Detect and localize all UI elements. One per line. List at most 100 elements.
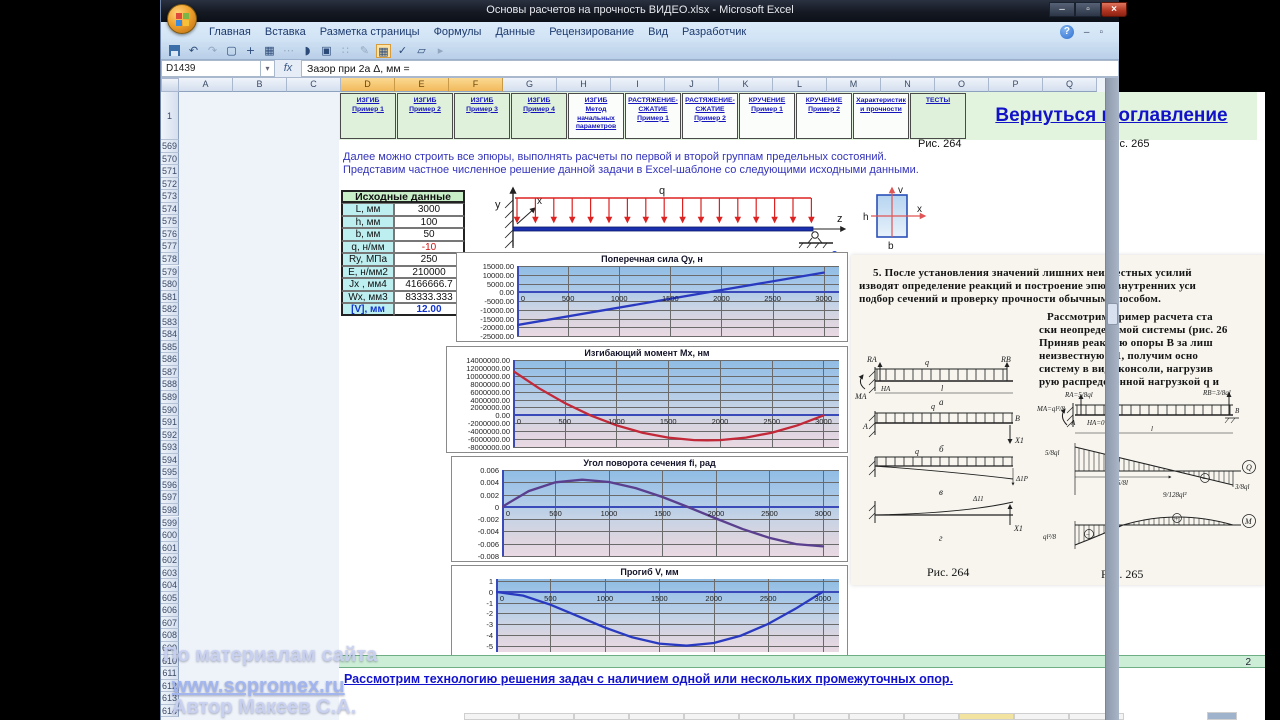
- row-header[interactable]: 599: [161, 517, 179, 530]
- nav-button[interactable]: РАСТЯЖЕНИЕ-СЖАТИЕПример 1: [625, 93, 681, 139]
- row-header[interactable]: 573: [161, 190, 179, 203]
- row-header[interactable]: 601: [161, 542, 179, 555]
- row611-link[interactable]: Рассмотрим технологию решения задач с на…: [344, 672, 953, 686]
- column-header[interactable]: B: [233, 78, 287, 92]
- textbook-scan[interactable]: 5. После установления значений лишних не…: [851, 255, 1265, 585]
- input-table-value-cell[interactable]: 4166666.7: [394, 278, 465, 291]
- border-icon[interactable]: ▢: [224, 44, 239, 58]
- nav-button[interactable]: КРУЧЕНИЕПример 1: [739, 93, 795, 139]
- row-header[interactable]: 604: [161, 579, 179, 592]
- column-header[interactable]: O: [935, 78, 989, 92]
- column-header[interactable]: Q: [1043, 78, 1097, 92]
- undo-icon[interactable]: ↶: [186, 44, 201, 58]
- ribbon-restore-icon[interactable]: ▫: [1099, 27, 1103, 38]
- input-table-value-cell[interactable]: 210000: [394, 266, 465, 279]
- column-header[interactable]: I: [611, 78, 665, 92]
- nav-button[interactable]: ТЕСТЫ: [910, 93, 966, 139]
- save-icon[interactable]: [167, 44, 182, 58]
- input-table-value-cell[interactable]: 3000: [394, 203, 465, 216]
- row-header[interactable]: 595: [161, 466, 179, 479]
- arrange-icon[interactable]: ✎: [357, 44, 372, 58]
- column-header[interactable]: K: [719, 78, 773, 92]
- macro-icon[interactable]: ▱: [414, 44, 429, 58]
- contrast-icon[interactable]: ◗: [300, 44, 315, 58]
- row-header[interactable]: 574: [161, 203, 179, 216]
- column-header[interactable]: J: [665, 78, 719, 92]
- column-header[interactable]: D: [341, 78, 395, 92]
- column-header[interactable]: A: [179, 78, 233, 92]
- column-header[interactable]: N: [881, 78, 935, 92]
- row-header[interactable]: 607: [161, 617, 179, 630]
- column-header[interactable]: M: [827, 78, 881, 92]
- controls-icon[interactable]: ▦: [376, 44, 391, 58]
- input-table-label-cell[interactable]: E, н/мм2: [341, 266, 394, 279]
- row-header[interactable]: 594: [161, 454, 179, 467]
- nav-button[interactable]: ИЗГИБПример 4: [511, 93, 567, 139]
- ribbon-tab[interactable]: Данные: [495, 26, 535, 38]
- grid-icon[interactable]: ▦: [262, 44, 277, 58]
- redo-icon[interactable]: ↷: [205, 44, 220, 58]
- row-header[interactable]: 590: [161, 404, 179, 417]
- input-table-label-cell[interactable]: h, мм: [341, 216, 394, 229]
- row-header[interactable]: 583: [161, 316, 179, 329]
- select-all-corner[interactable]: [161, 78, 179, 92]
- ribbon-tab[interactable]: Рецензирование: [549, 26, 634, 38]
- ribbon-tab[interactable]: Разработчик: [682, 26, 746, 38]
- ribbon-tab[interactable]: Разметка страницы: [320, 26, 420, 38]
- row-header[interactable]: 585: [161, 341, 179, 354]
- row-header[interactable]: 1: [161, 92, 179, 140]
- row-header[interactable]: 603: [161, 567, 179, 580]
- beam-load-diagram[interactable]: q y x z: [491, 182, 851, 252]
- column-header[interactable]: P: [989, 78, 1043, 92]
- input-table-value-cell[interactable]: 50: [394, 228, 465, 241]
- nav-button[interactable]: ИЗГИБПример 2: [397, 93, 453, 139]
- row-header[interactable]: 591: [161, 416, 179, 429]
- chart-shear-force[interactable]: Поперечная сила Qy, н15000.0010000.00500…: [456, 252, 848, 342]
- input-table-label-cell[interactable]: Jx , мм4: [341, 278, 394, 291]
- help-icon[interactable]: ?: [1060, 25, 1074, 39]
- nav-button[interactable]: ИЗГИБПример 3: [454, 93, 510, 139]
- chart-bending-moment[interactable]: Изгибающий момент Mx, нм14000000.0012000…: [446, 346, 848, 453]
- row-header[interactable]: 608: [161, 629, 179, 642]
- pointer-icon[interactable]: ▸: [433, 44, 448, 58]
- formula-input[interactable]: Зазор при 2а Δ, мм =: [301, 60, 1119, 77]
- minimize-button[interactable]: –: [1049, 2, 1075, 17]
- row-header[interactable]: 572: [161, 178, 179, 191]
- selection-icon[interactable]: ⋯: [281, 44, 296, 58]
- input-table-label-cell[interactable]: L, мм: [341, 203, 394, 216]
- column-header[interactable]: F: [449, 78, 503, 92]
- row-header[interactable]: 602: [161, 554, 179, 567]
- row-header[interactable]: 596: [161, 479, 179, 492]
- row-header[interactable]: 598: [161, 504, 179, 517]
- crosshair-icon[interactable]: +: [243, 44, 258, 58]
- row-header[interactable]: 582: [161, 303, 179, 316]
- chart-rotation-angle[interactable]: Угол поворота сечения fi, рад0.0060.0040…: [451, 456, 848, 562]
- input-table-label-cell[interactable]: b, мм: [341, 228, 394, 241]
- office-button[interactable]: [167, 4, 197, 34]
- chart-deflection[interactable]: Прогиб V, мм10-1-2-3-4-50500100015002000…: [451, 565, 848, 658]
- row-header[interactable]: 569: [161, 140, 179, 153]
- ribbon-tab[interactable]: Формулы: [434, 26, 482, 38]
- column-header[interactable]: H: [557, 78, 611, 92]
- close-button[interactable]: ×: [1101, 2, 1127, 17]
- nav-button[interactable]: Характеристики прочности: [853, 93, 909, 139]
- picture-icon[interactable]: ▣: [319, 44, 334, 58]
- scrollbar-thumb[interactable]: [1107, 303, 1118, 325]
- nav-button[interactable]: КРУЧЕНИЕПример 2: [796, 93, 852, 139]
- input-table-value-cell[interactable]: 250: [394, 253, 465, 266]
- row-header[interactable]: 580: [161, 278, 179, 291]
- column-header[interactable]: G: [503, 78, 557, 92]
- input-table-value-cell[interactable]: 100: [394, 216, 465, 229]
- row-header[interactable]: 593: [161, 441, 179, 454]
- row-header[interactable]: 592: [161, 429, 179, 442]
- input-table-label-cell[interactable]: Ry, МПа: [341, 253, 394, 266]
- row-header[interactable]: 588: [161, 378, 179, 391]
- input-table-label-cell[interactable]: [V], мм: [341, 303, 394, 316]
- row-header[interactable]: 587: [161, 366, 179, 379]
- restore-button[interactable]: ▫: [1075, 2, 1101, 17]
- row-header[interactable]: 589: [161, 391, 179, 404]
- ribbon-tab[interactable]: Вставка: [265, 26, 306, 38]
- spellcheck-icon[interactable]: ✓: [395, 44, 410, 58]
- input-table-label-cell[interactable]: q, н/мм: [341, 241, 394, 254]
- column-header[interactable]: L: [773, 78, 827, 92]
